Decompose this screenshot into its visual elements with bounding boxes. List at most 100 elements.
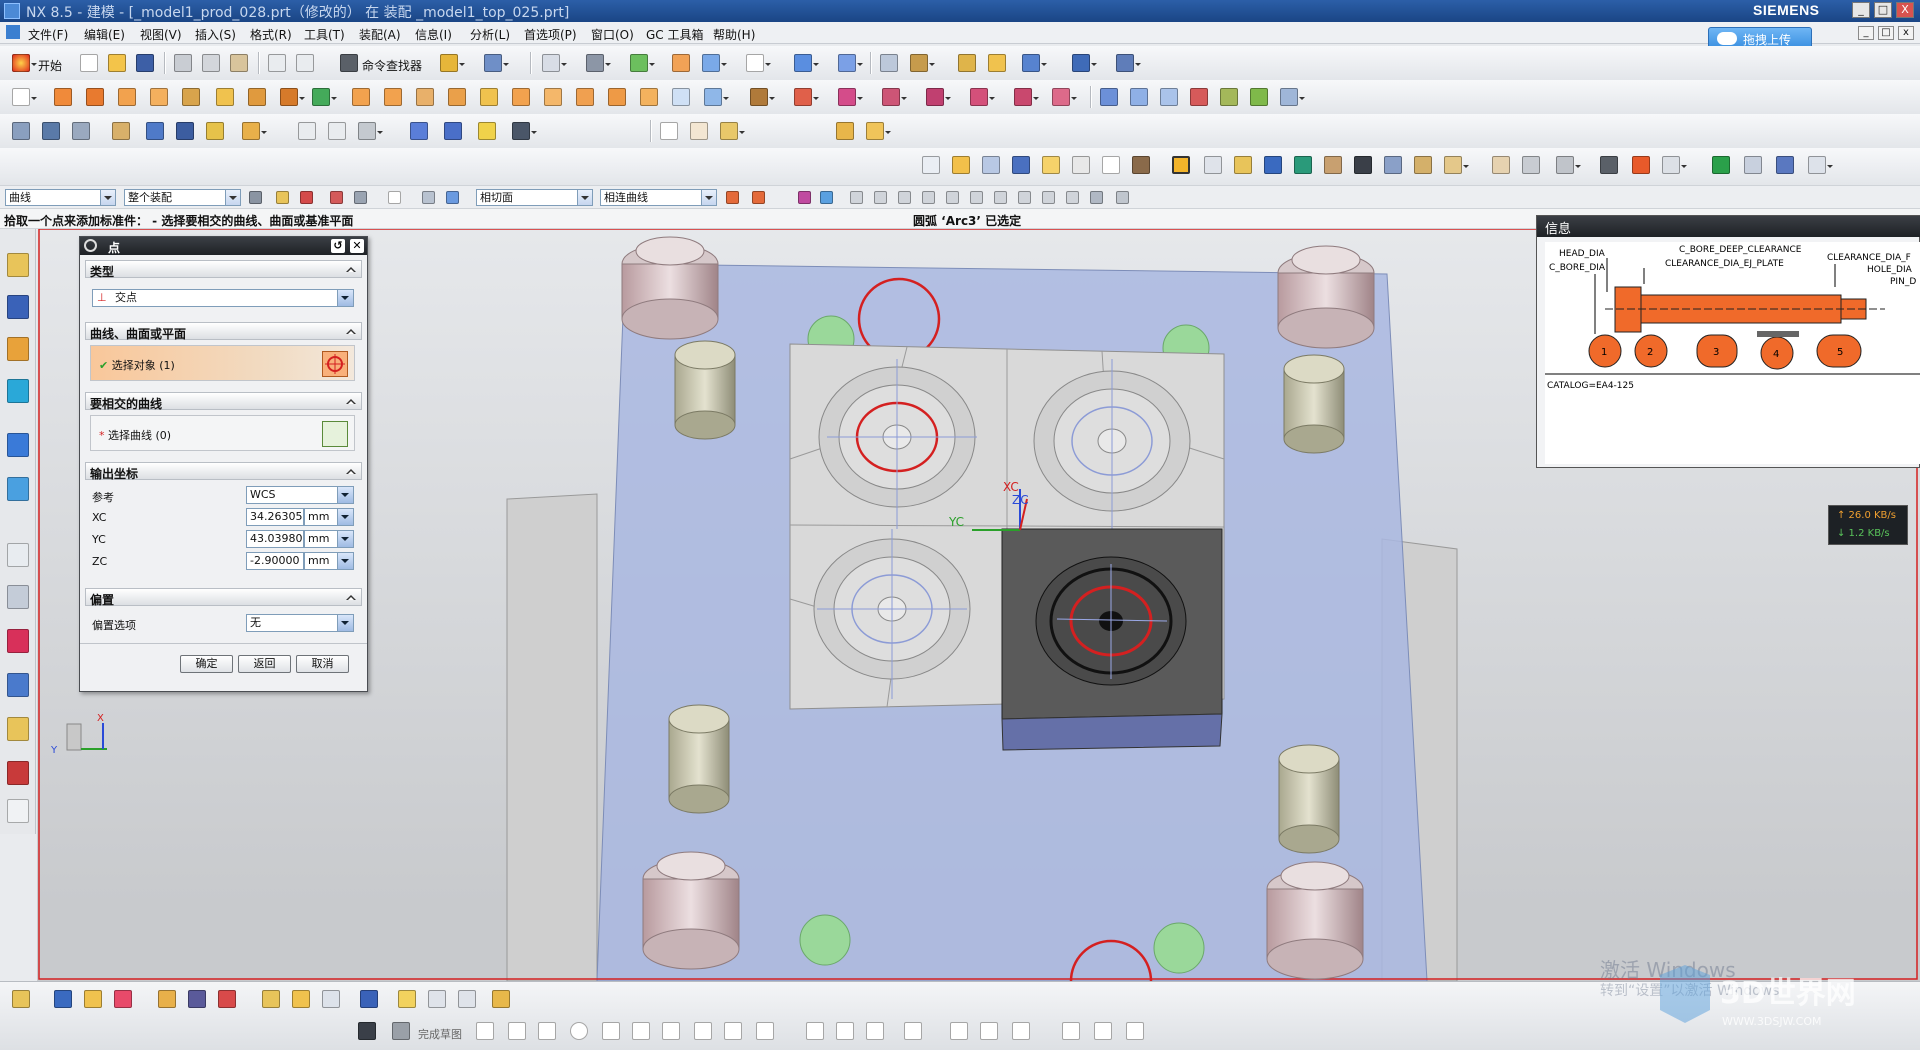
mw-csys-icon[interactable]	[982, 156, 1000, 174]
mw-moldbase-icon[interactable]	[1172, 156, 1190, 174]
mw-gate-icon[interactable]	[1294, 156, 1312, 174]
constraint-navigator-tab-icon[interactable]	[7, 295, 29, 319]
filter-feature-icon[interactable]	[276, 191, 289, 204]
sketch-task-icon[interactable]	[12, 990, 30, 1008]
assembly-navigator-tab-icon[interactable]	[7, 253, 29, 277]
select-all-icon[interactable]	[330, 191, 343, 204]
body-filter-icon[interactable]	[446, 191, 459, 204]
roles-tab-icon[interactable]	[7, 717, 29, 741]
start-icon[interactable]	[12, 54, 37, 72]
mw-analysis-icon[interactable]	[1776, 156, 1794, 174]
mw-ejector-icon[interactable]	[1234, 156, 1252, 174]
fix-icon[interactable]	[262, 990, 280, 1008]
quick-extend-icon[interactable]	[836, 1022, 854, 1040]
boss-icon[interactable]	[248, 88, 266, 106]
guide-bushing[interactable]	[1277, 245, 1375, 349]
table-icon[interactable]	[690, 122, 708, 140]
point-target-icon[interactable]	[322, 351, 348, 377]
trim-pin-icon[interactable]	[512, 122, 537, 140]
edit-object-display-icon[interactable]	[672, 54, 690, 72]
create-positioning-icon[interactable]	[114, 990, 132, 1008]
bom-icon[interactable]	[720, 122, 745, 140]
support-pillar[interactable]	[674, 340, 736, 440]
hide-icon[interactable]	[112, 122, 130, 140]
mw-runner-icon[interactable]	[1324, 156, 1342, 174]
green-hole[interactable]	[1153, 922, 1205, 974]
mw-check-icon[interactable]	[1712, 156, 1730, 174]
rectangle-select-icon[interactable]	[388, 191, 401, 204]
snap-perpendicular-icon[interactable]	[1042, 191, 1055, 204]
mw-electrode-icon[interactable]	[1384, 156, 1402, 174]
cylinder-icon[interactable]	[150, 88, 168, 106]
maximize-button[interactable]: □	[1874, 2, 1892, 18]
menu-file[interactable]: 文件(F)	[28, 26, 68, 43]
back-button[interactable]: 返回	[238, 655, 291, 673]
swept-icon[interactable]	[1160, 88, 1178, 106]
history-tab-icon[interactable]	[7, 543, 29, 567]
menu-gc-toolbox[interactable]: GC 工具箱	[646, 26, 704, 43]
studio-spline-icon[interactable]	[756, 1022, 774, 1040]
layer-icon[interactable]	[484, 54, 509, 72]
process-studio-tab-icon[interactable]	[7, 629, 29, 653]
background-icon[interactable]	[746, 54, 771, 72]
offset-face-icon[interactable]	[704, 88, 729, 106]
start-button[interactable]: 开始	[38, 57, 62, 74]
minimize-button[interactable]: _	[1852, 2, 1870, 18]
mw-tool-icon[interactable]	[1102, 156, 1120, 174]
snap-options-icon[interactable]	[1116, 191, 1129, 204]
mate-icon[interactable]	[176, 122, 194, 140]
mw-family-icon[interactable]	[952, 156, 970, 174]
menu-edit[interactable]: 编辑(E)	[84, 26, 125, 43]
move-icon[interactable]	[1022, 54, 1047, 72]
group-curve-surface[interactable]: 曲线、曲面或平面	[85, 322, 362, 341]
component-array-icon[interactable]	[242, 122, 267, 140]
workpiece-icon[interactable]	[882, 88, 907, 106]
support-pillar[interactable]	[668, 704, 730, 814]
mw-bom-icon[interactable]	[1492, 156, 1510, 174]
point-constructor-icon[interactable]	[1072, 54, 1097, 72]
reset-icon[interactable]: ↺	[331, 239, 345, 253]
menu-window[interactable]: 窗口(O)	[591, 26, 634, 43]
layout-icon[interactable]	[926, 88, 951, 106]
face-rule-select[interactable]: 相切面	[476, 189, 593, 206]
guide-bushing[interactable]	[642, 851, 740, 970]
snap-control-icon[interactable]	[850, 191, 863, 204]
undo-icon[interactable]	[268, 54, 286, 72]
extrude-icon[interactable]	[54, 88, 72, 106]
filter-settings-icon[interactable]	[249, 191, 262, 204]
snap-existing-icon[interactable]	[946, 191, 959, 204]
filter-face-icon[interactable]	[300, 191, 313, 204]
point-type-select[interactable]: ⊥ 交点	[92, 289, 354, 307]
split-body-icon[interactable]	[480, 88, 498, 106]
snap-mid-icon[interactable]	[820, 191, 833, 204]
menu-format[interactable]: 格式(R)	[250, 26, 292, 43]
hole-icon[interactable]	[216, 88, 234, 106]
xc-input[interactable]: 34.26305	[246, 508, 304, 526]
xc-unit-select[interactable]: mm	[304, 508, 354, 526]
finish-sketch-icon[interactable]	[358, 1022, 376, 1040]
unite-icon[interactable]	[352, 88, 370, 106]
intersect-icon[interactable]	[416, 88, 434, 106]
cancel-button[interactable]: 取消	[296, 655, 349, 673]
history-palette-tab-icon[interactable]	[7, 799, 29, 823]
doc-restore-button[interactable]: □	[1878, 26, 1894, 40]
measure-icon[interactable]	[910, 54, 935, 72]
snap-arc-center-icon[interactable]	[994, 191, 1007, 204]
move-to-layer-icon[interactable]	[72, 122, 90, 140]
pattern-curve-icon[interactable]	[428, 990, 446, 1008]
finish-sketch-label[interactable]: 完成草图	[418, 1026, 462, 1042]
pin-icon[interactable]	[444, 122, 462, 140]
zc-unit-select[interactable]: mm	[304, 552, 354, 570]
add-component-icon[interactable]	[146, 122, 164, 140]
snap-center-icon[interactable]	[874, 191, 887, 204]
snap-end-icon[interactable]	[798, 191, 811, 204]
profile-icon[interactable]	[476, 1022, 494, 1040]
system-materials-tab-icon[interactable]	[7, 585, 29, 609]
hd3d-tools-tab-icon[interactable]	[7, 433, 29, 457]
snap-bounded-icon[interactable]	[1066, 191, 1079, 204]
mw-unused-icon[interactable]	[1632, 156, 1650, 174]
group-output-coords[interactable]: 输出坐标	[85, 462, 362, 481]
mw-standard-parts-icon[interactable]	[1204, 156, 1222, 174]
bounded-plane-icon[interactable]	[1190, 88, 1208, 106]
inferred-constraints-icon[interactable]	[1126, 1022, 1144, 1040]
